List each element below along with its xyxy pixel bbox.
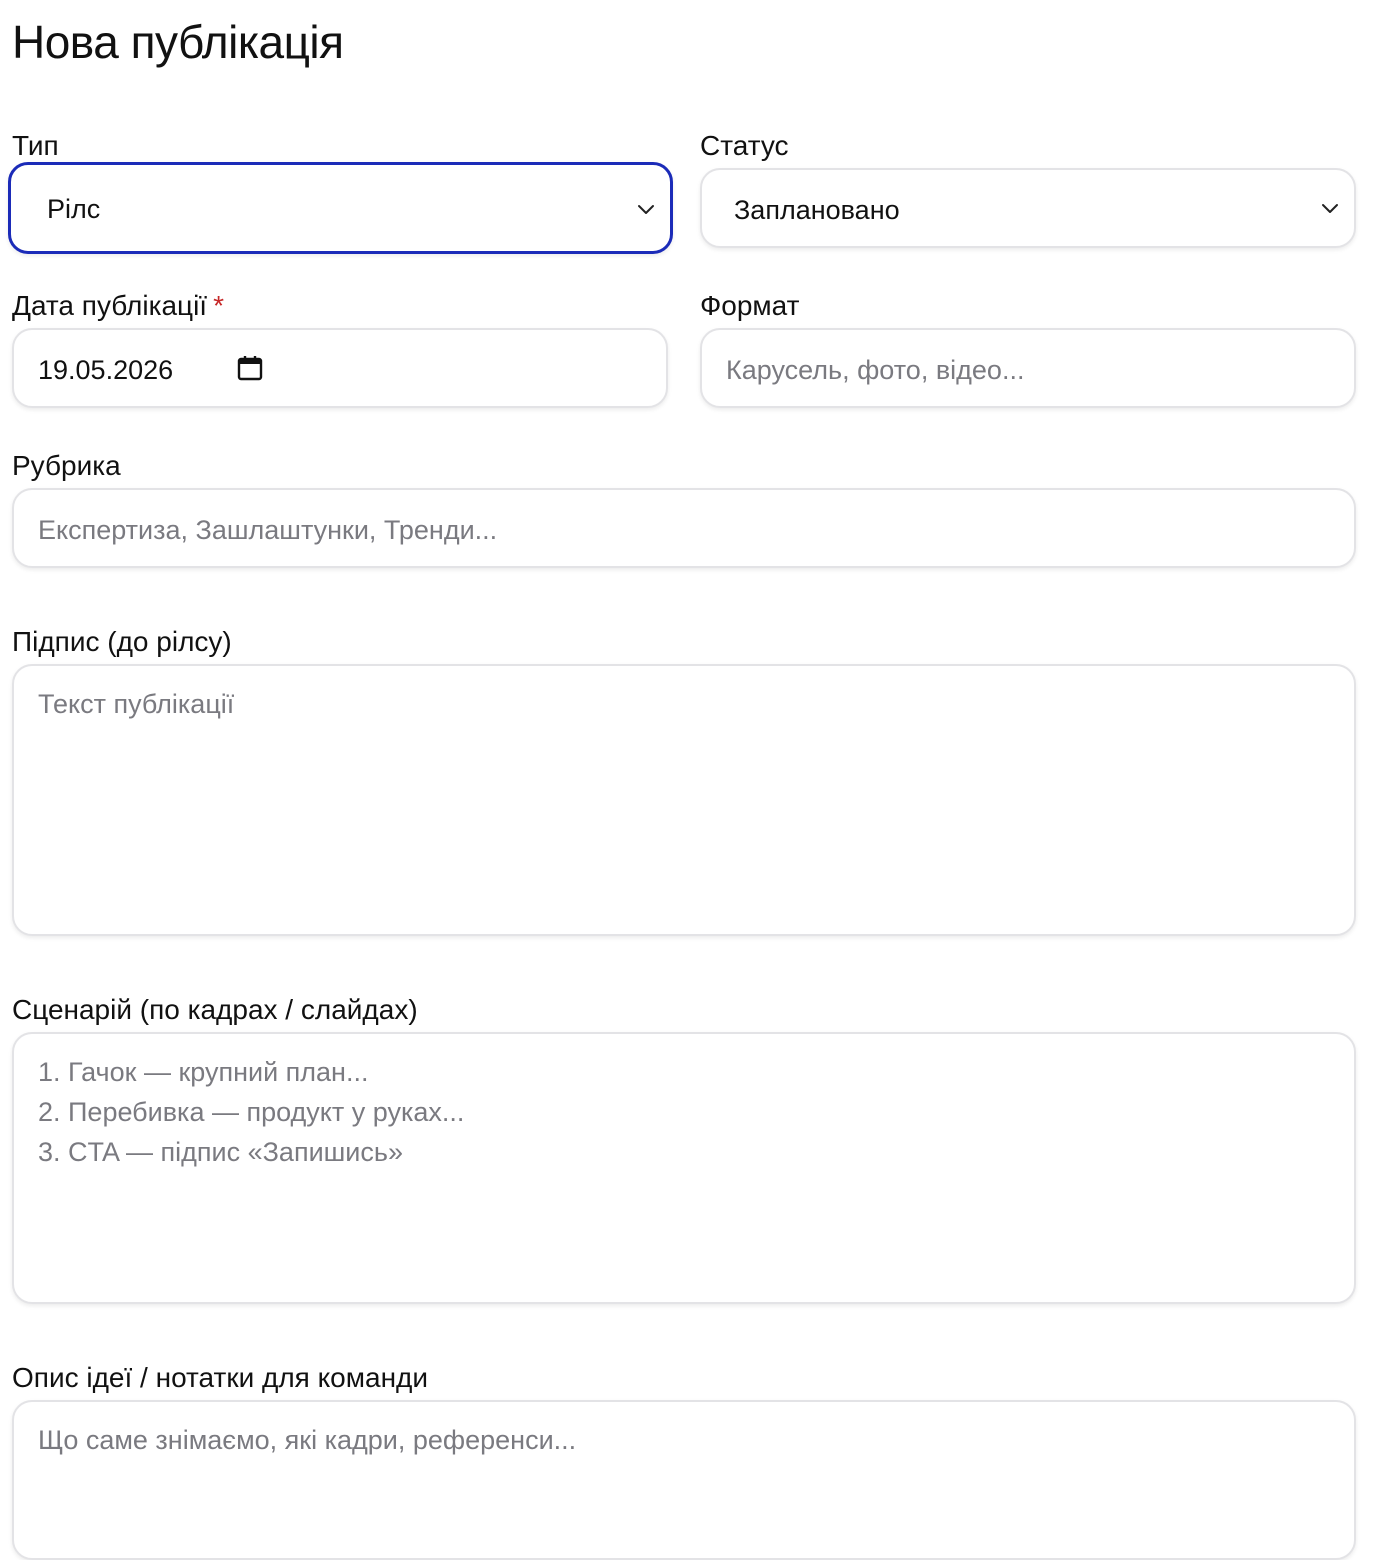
status-label: Статус: [700, 130, 789, 161]
notes-textarea[interactable]: Що саме знімаємо, які кадри, референси..…: [12, 1400, 1356, 1560]
caption-textarea[interactable]: Текст публікації: [12, 664, 1356, 936]
rubric-placeholder: Експертиза, Зашлаштунки, Тренди...: [38, 515, 498, 545]
script-textarea[interactable]: 1. Гачок — крупний план... 2. Перебивка …: [12, 1032, 1356, 1304]
date-label: Дата публікації *: [12, 288, 224, 324]
date-label-text: Дата публікації: [12, 290, 208, 321]
format-label: Формат: [700, 290, 800, 321]
type-select[interactable]: Рілс: [8, 162, 673, 254]
format-placeholder: Карусель, фото, відео...: [726, 355, 1025, 385]
script-placeholder: 1. Гачок — крупний план... 2. Перебивка …: [38, 1057, 465, 1167]
chevron-down-icon: [638, 205, 654, 214]
notes-label: Опис ідеї / нотатки для команди: [12, 1362, 429, 1393]
date-input-value: 19.05.2026: [38, 355, 174, 385]
rubric-input[interactable]: Експертиза, Зашлаштунки, Тренди...: [12, 488, 1356, 568]
notes-placeholder: Що саме знімаємо, які кадри, референси..…: [38, 1425, 577, 1455]
status-select-value: Заплановано: [734, 195, 900, 225]
type-select-value: Рілс: [47, 194, 101, 224]
date-input[interactable]: 19.05.2026: [12, 328, 668, 408]
type-label: Тип: [12, 130, 59, 161]
caption-placeholder: Текст публікації: [38, 689, 235, 719]
page-title: Нова публікація: [12, 16, 344, 68]
format-input[interactable]: Карусель, фото, відео...: [700, 328, 1356, 408]
rubric-label: Рубрика: [12, 450, 121, 481]
calendar-icon[interactable]: [236, 354, 264, 382]
required-mark: *: [213, 290, 224, 321]
script-label: Сценарій (по кадрах / слайдах): [12, 994, 418, 1025]
status-select[interactable]: Заплановано: [700, 168, 1356, 248]
chevron-down-icon: [1322, 204, 1338, 213]
caption-label: Підпис (до рілсу): [12, 626, 232, 657]
